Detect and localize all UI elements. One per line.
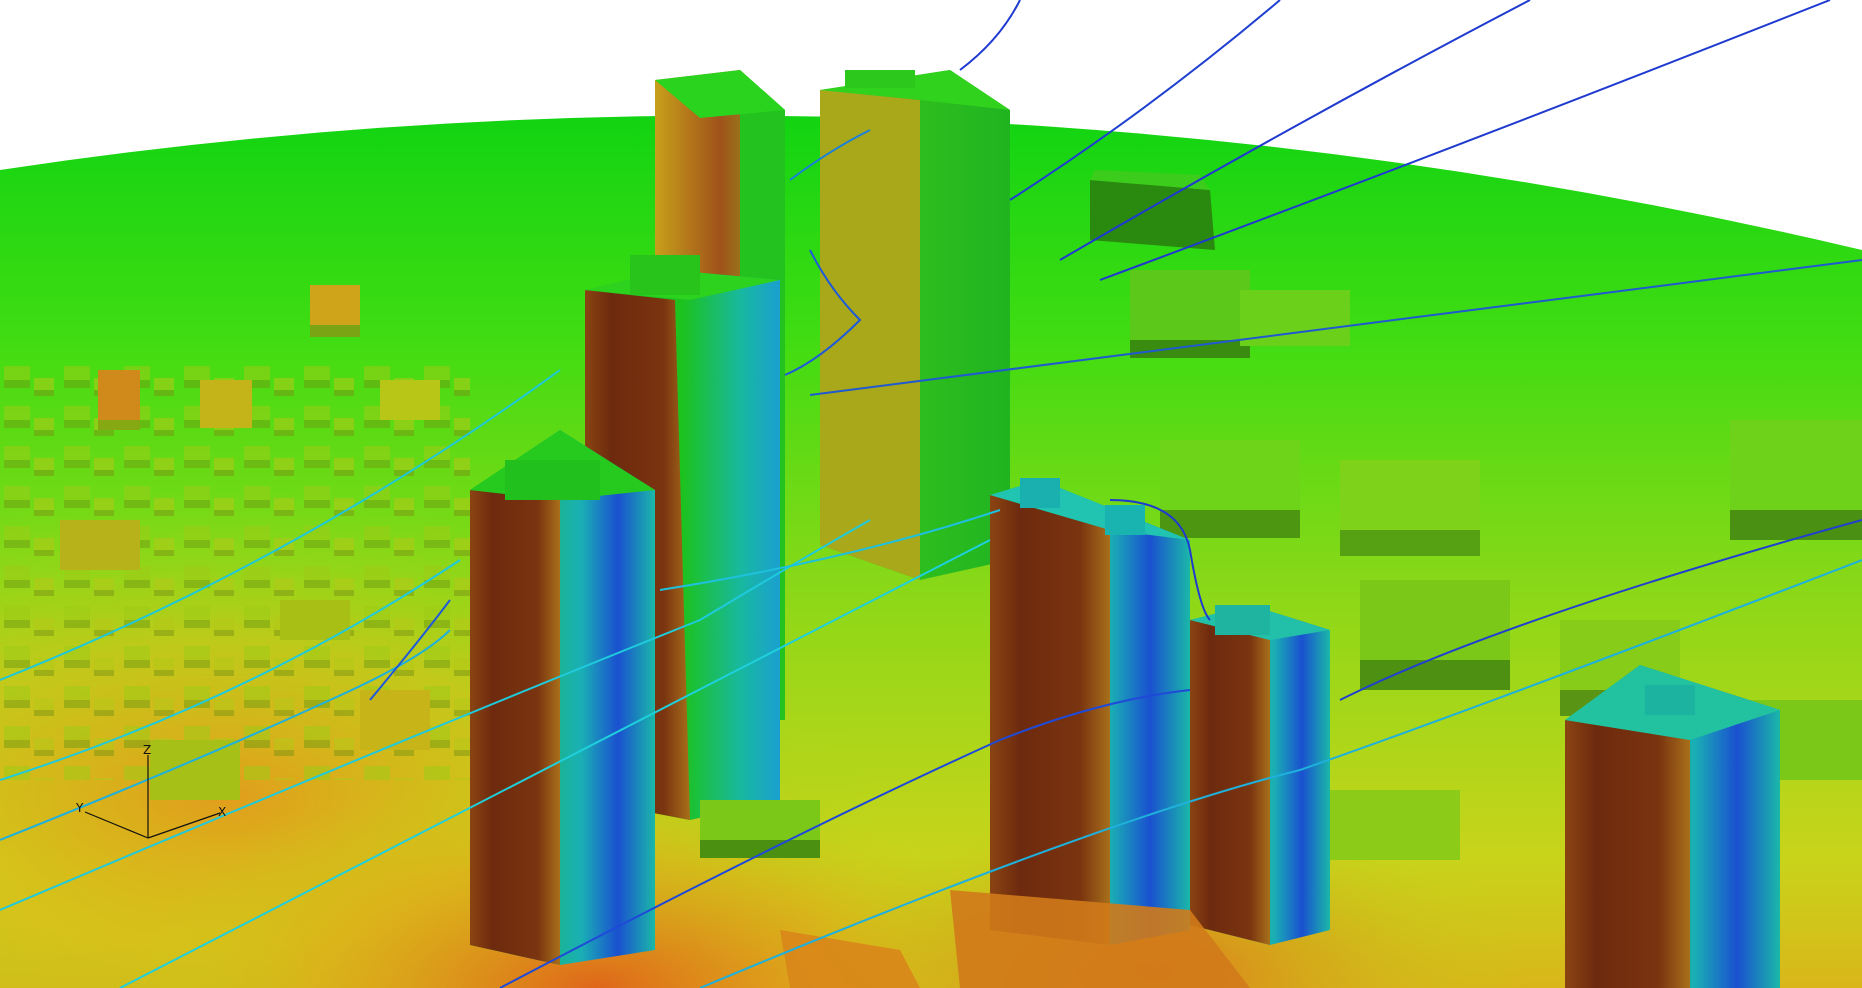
- low-rise-blocks-left: [0, 285, 470, 800]
- tower-front-center: [990, 478, 1190, 945]
- tower-front-right-thin: [1190, 605, 1330, 945]
- axis-y-label: Y: [75, 801, 84, 815]
- tower-front-left: [470, 430, 655, 965]
- tower-back-center: [820, 70, 1010, 580]
- cfd-city-scene: Z Y X: [0, 0, 1862, 988]
- tower-right-edge: [1565, 665, 1780, 988]
- axis-z-label: Z: [143, 743, 151, 757]
- axis-x-label: X: [218, 805, 226, 819]
